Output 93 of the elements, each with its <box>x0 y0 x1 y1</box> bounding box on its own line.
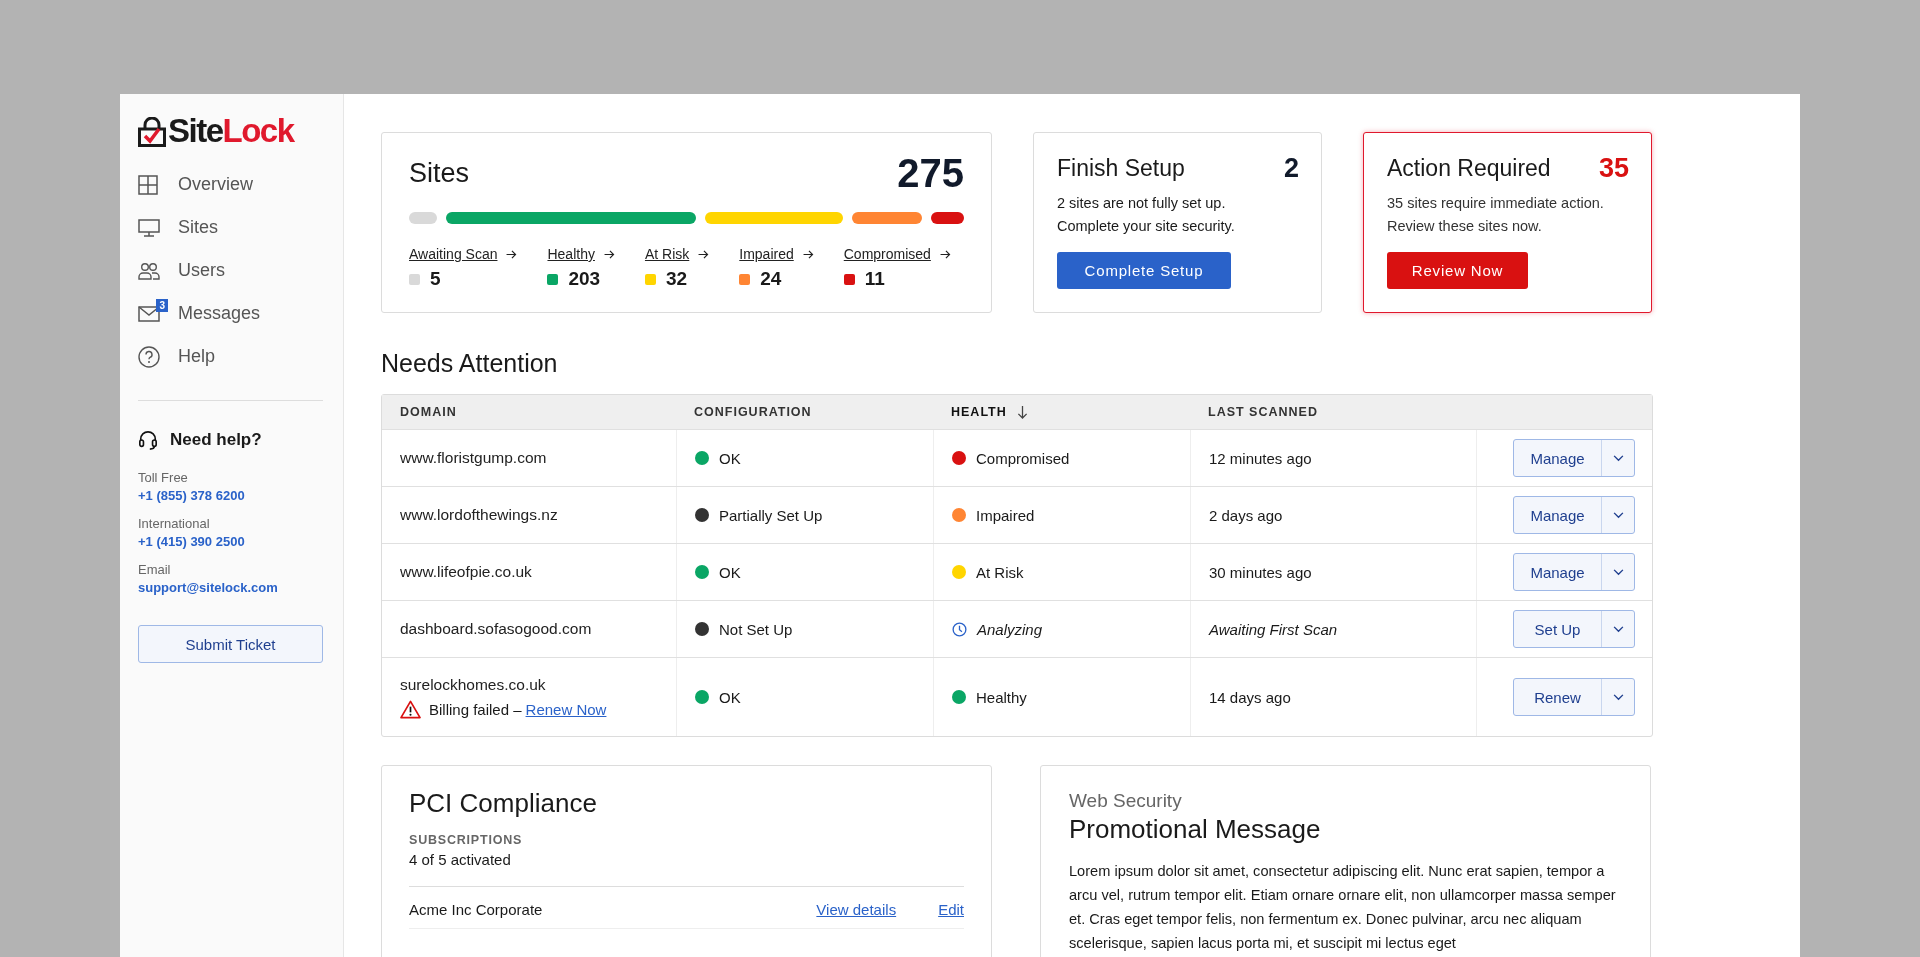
subscriptions-label: SUBSCRIPTIONS <box>409 833 524 847</box>
nav-item[interactable]: Overview <box>138 163 323 206</box>
chevron-down-icon <box>1612 511 1624 519</box>
configuration-status: Not Set Up <box>719 620 793 638</box>
help-icon <box>138 345 160 368</box>
monitor-icon <box>138 217 160 238</box>
setup-button[interactable]: Complete Setup <box>1057 252 1231 289</box>
subscription-link[interactable]: Edit <box>938 901 964 918</box>
domain-name: www.lifeofpie.co.uk <box>400 563 532 581</box>
arrow-right-icon[interactable] <box>506 249 518 259</box>
card-text: 2 sites are not fully set up. <box>1057 194 1227 213</box>
health-status: At Risk <box>976 563 1024 581</box>
status-link[interactable]: Impaired <box>739 246 794 262</box>
card-text: Complete your site security. <box>1057 217 1236 236</box>
envelope-icon <box>138 305 160 322</box>
configuration-status: OK <box>719 563 741 581</box>
section-heading: Needs Attention <box>381 349 559 378</box>
promo-paragraph: Lorem ipsum dolor sit amet, consectetur adipiscing elit. Nunc erat sapien, tempor a arcu vel, rutrum tempor elit. Etiam ornare ornare elit, non ullamcorper massa semper et. Cras eget tempor felis, non fermentum ex. Donec pulvinar, arcu nec aliquam scelerisque, sapien lacus porta mi, et suscipit mi lectus eget <box>1069 862 1617 953</box>
chevron-down-icon <box>1612 693 1624 701</box>
help-heading: Need help? <box>170 430 262 450</box>
status-link[interactable]: Healthy <box>547 246 595 262</box>
card-text: 35 sites require immediate action. <box>1387 194 1605 213</box>
logo-wordmark: SiteLock <box>168 114 294 147</box>
status-link[interactable]: Compromised <box>843 246 931 262</box>
nav-item[interactable]: Help <box>138 335 323 378</box>
sort-down-icon[interactable] <box>1016 404 1028 420</box>
subscriptions-value: 4 of 5 activated <box>409 851 964 887</box>
configuration-status: Partially Set Up <box>719 506 823 524</box>
chevron-down-icon <box>1612 454 1624 462</box>
last-scanned: 14 days ago <box>1209 688 1291 706</box>
status-count: 32 <box>665 268 688 290</box>
arrow-right-icon[interactable] <box>698 249 710 259</box>
configuration-status: OK <box>719 449 741 467</box>
card-title: Finish Setup <box>1057 155 1185 182</box>
domain-name: surelockhomes.co.uk <box>400 675 546 694</box>
unread-count-badge: 3 <box>156 298 168 312</box>
contact-link[interactable]: +1 (415) 390 2500 <box>138 533 323 551</box>
chevron-down-icon <box>1612 568 1624 576</box>
chevron-down-icon <box>1612 625 1624 633</box>
last-scanned: Awaiting First Scan <box>1209 620 1338 638</box>
clock-icon <box>952 621 967 637</box>
domain-name: www.floristgump.com <box>400 449 547 467</box>
card-count: 2 <box>1283 153 1299 184</box>
card-eyebrow: Web Security <box>1069 790 1183 812</box>
status-link[interactable]: At Risk <box>644 246 690 262</box>
contact-label: International <box>138 515 211 533</box>
card-title: PCI Compliance <box>409 788 598 819</box>
subscription-link[interactable]: View details <box>816 901 897 918</box>
status-count: 5 <box>430 268 441 290</box>
column-header: DOMAIN <box>400 405 457 419</box>
headset-icon <box>138 429 158 451</box>
health-status: Impaired <box>976 506 1035 524</box>
card-count: 35 <box>1598 153 1629 184</box>
health-status: Healthy <box>976 688 1027 706</box>
renew-link[interactable]: Renew Now <box>525 700 607 718</box>
column-header[interactable]: HEALTH <box>951 405 1007 419</box>
contact-label: Toll Free <box>138 469 189 487</box>
column-header: LAST SCANNED <box>1208 405 1318 419</box>
health-status: Analyzing <box>977 620 1043 638</box>
card-title: Promotional Message <box>1069 814 1322 845</box>
health-status: Compromised <box>976 449 1070 467</box>
nav-item[interactable]: 3 Messages <box>138 292 323 335</box>
domain-name: www.lordofthewings.nz <box>400 506 558 524</box>
billing-warning: Billing failed – <box>429 700 522 718</box>
status-link[interactable]: Awaiting Scan <box>409 246 498 262</box>
sites-total: 275 <box>897 151 964 196</box>
last-scanned: 30 minutes ago <box>1209 563 1312 581</box>
domain-name: dashboard.sofasogood.com <box>400 620 592 638</box>
nav-item[interactable]: Sites <box>138 206 323 249</box>
card-text: Review these sites now. <box>1387 217 1543 236</box>
submit-ticket-button[interactable]: Submit Ticket <box>138 625 323 663</box>
warning-icon <box>400 699 421 719</box>
status-count: 24 <box>760 268 782 290</box>
arrow-right-icon[interactable] <box>603 249 615 259</box>
nav-item[interactable]: Users <box>138 249 323 292</box>
contact-label: Email <box>138 561 172 579</box>
subscription-name: Acme Inc Corporate <box>409 901 543 918</box>
padlock-check-icon <box>138 117 166 147</box>
grid-icon <box>138 174 158 195</box>
column-header: CONFIGURATION <box>694 405 812 419</box>
users-icon <box>138 261 160 280</box>
arrow-right-icon[interactable] <box>939 249 951 259</box>
card-title: Action Required <box>1387 155 1551 182</box>
status-count: 11 <box>864 268 885 290</box>
card-title: Sites <box>409 158 470 189</box>
last-scanned: 2 days ago <box>1209 506 1283 524</box>
status-count: 203 <box>568 268 601 290</box>
contact-link[interactable]: support@sitelock.com <box>138 579 323 597</box>
review-button[interactable]: Review Now <box>1387 252 1528 289</box>
configuration-status: OK <box>719 688 741 706</box>
arrow-right-icon[interactable] <box>802 249 814 259</box>
last-scanned: 12 minutes ago <box>1209 449 1312 467</box>
contact-link[interactable]: +1 (855) 378 6200 <box>138 487 323 505</box>
